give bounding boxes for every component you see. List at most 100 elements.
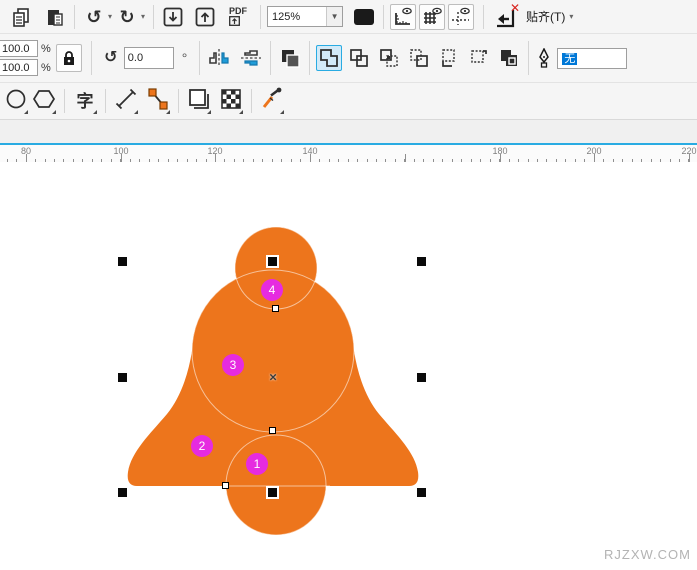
weld-button[interactable] — [316, 45, 342, 71]
selection-handle-bottom-left[interactable] — [118, 488, 127, 497]
ruler-eye-icon — [392, 6, 414, 28]
redo-button[interactable]: ↻ — [114, 4, 140, 30]
flyout-corner — [207, 110, 211, 114]
curve-node[interactable] — [272, 305, 279, 312]
snap-to-label[interactable]: 贴齐(T) — [526, 8, 565, 25]
percent-label: % — [41, 43, 51, 55]
separator — [483, 5, 484, 29]
property-bar: 100.0 % 100.0 % ↺ 0.0 ° — [0, 34, 697, 83]
zoom-level-value: 125% — [268, 11, 326, 23]
export-icon — [194, 6, 216, 28]
horizontal-ruler[interactable]: 80100120140180200220 — [0, 143, 697, 162]
text-tool[interactable]: 字 — [71, 86, 99, 116]
scale-v-field[interactable]: 100.0 — [0, 59, 38, 76]
step-badge-2: 2 — [191, 435, 213, 457]
copy-button[interactable] — [8, 4, 34, 30]
publish-pdf-button[interactable]: PDF — [222, 4, 254, 30]
show-grid-toggle[interactable] — [419, 4, 445, 30]
separator — [528, 41, 529, 75]
flyout-corner — [52, 110, 56, 114]
snap-dropdown-caret[interactable]: ▾ — [569, 12, 573, 21]
copy-icon — [10, 6, 32, 28]
order-button[interactable] — [277, 45, 303, 71]
outline-width-combobox[interactable]: 无 — [557, 48, 627, 69]
zoom-level-combobox[interactable]: 125% ▼ — [267, 6, 343, 27]
separator — [199, 41, 200, 75]
object-center-marker[interactable]: × — [269, 370, 277, 385]
paste-button[interactable] — [42, 4, 68, 30]
ellipse-tool[interactable] — [2, 86, 30, 116]
intersect-icon — [378, 47, 400, 69]
connector-tool[interactable] — [144, 86, 172, 116]
back-minus-front-button[interactable] — [466, 45, 492, 71]
selection-handle-mid-left[interactable] — [118, 373, 127, 382]
ruler-label: 220 — [681, 146, 696, 156]
back-minus-front-icon — [468, 47, 490, 69]
drop-shadow-tool[interactable] — [185, 86, 213, 116]
selection-handle-top-right[interactable] — [417, 257, 426, 266]
step-badge-4: 4 — [261, 279, 283, 301]
front-minus-back-button[interactable] — [436, 45, 462, 71]
dimension-tool[interactable] — [112, 86, 140, 116]
scale-fields: 100.0 % 100.0 % — [0, 40, 51, 76]
flyout-corner — [166, 110, 170, 114]
undo-button[interactable]: ↺ — [81, 4, 107, 30]
rotation-angle-field[interactable]: 0.0 — [124, 47, 174, 69]
outline-pen-icon — [535, 45, 553, 71]
simplify-button[interactable] — [406, 45, 432, 71]
create-boundary-icon — [498, 47, 520, 69]
separator — [91, 41, 92, 75]
selection-handle-top-center[interactable] — [266, 255, 279, 268]
separator — [178, 89, 179, 113]
export-button[interactable] — [192, 4, 218, 30]
ruler-label: 100 — [113, 146, 128, 156]
selection-handle-top-left[interactable] — [118, 257, 127, 266]
ruler-label: 180 — [492, 146, 507, 156]
ruler-label: 140 — [302, 146, 317, 156]
selection-handle-bottom-center[interactable] — [266, 486, 279, 499]
snap-off-button[interactable]: ✕ — [490, 4, 520, 30]
flyout-corner — [280, 110, 284, 114]
app-window: ↺ ▾ ↻ ▾ PDF 125% ▼ — [0, 0, 697, 570]
front-minus-back-icon — [438, 47, 460, 69]
separator — [270, 41, 271, 75]
degree-symbol: ° — [182, 50, 188, 66]
watermark-text: RJZXW.COM — [604, 547, 691, 562]
mirror-vertical-icon — [239, 47, 263, 69]
show-guidelines-toggle[interactable] — [448, 4, 474, 30]
import-button[interactable] — [160, 4, 186, 30]
scale-h-field[interactable]: 100.0 — [0, 40, 38, 57]
percent-label: % — [41, 62, 51, 74]
selection-handle-bottom-right[interactable] — [417, 488, 426, 497]
redo-dropdown-caret[interactable]: ▾ — [141, 12, 145, 21]
flyout-corner — [239, 110, 243, 114]
undo-dropdown-caret[interactable]: ▾ — [108, 12, 112, 21]
selection-handle-mid-right[interactable] — [417, 373, 426, 382]
fullscreen-preview-button[interactable] — [351, 4, 377, 30]
polygon-tool[interactable] — [30, 86, 58, 116]
drawing-canvas[interactable]: × 1 2 3 4 RJZXW.COM — [0, 162, 697, 570]
step-badge-3: 3 — [222, 354, 244, 376]
eyedropper-tool[interactable] — [258, 86, 286, 116]
simplify-icon — [408, 47, 430, 69]
redo-icon: ↻ — [119, 8, 134, 26]
lock-ratio-button[interactable] — [56, 44, 82, 72]
mirror-vertical-button[interactable] — [238, 45, 264, 71]
transparency-tool[interactable] — [217, 86, 245, 116]
intersect-button[interactable] — [376, 45, 402, 71]
show-rulers-toggle[interactable] — [390, 4, 416, 30]
create-boundary-button[interactable] — [496, 45, 522, 71]
separator — [260, 5, 261, 29]
order-icon — [279, 47, 301, 69]
ruler-label: 80 — [21, 146, 31, 156]
chevron-down-icon[interactable]: ▼ — [326, 7, 342, 26]
mirror-horizontal-button[interactable] — [206, 45, 232, 71]
curve-node[interactable] — [269, 427, 276, 434]
curve-node[interactable] — [222, 482, 229, 489]
step-badge-1: 1 — [246, 453, 268, 475]
grid-eye-icon — [421, 6, 443, 28]
trim-button[interactable] — [346, 45, 372, 71]
bell-shape-graphic[interactable] — [0, 162, 530, 570]
separator — [64, 89, 65, 113]
fullscreen-icon — [353, 8, 375, 26]
